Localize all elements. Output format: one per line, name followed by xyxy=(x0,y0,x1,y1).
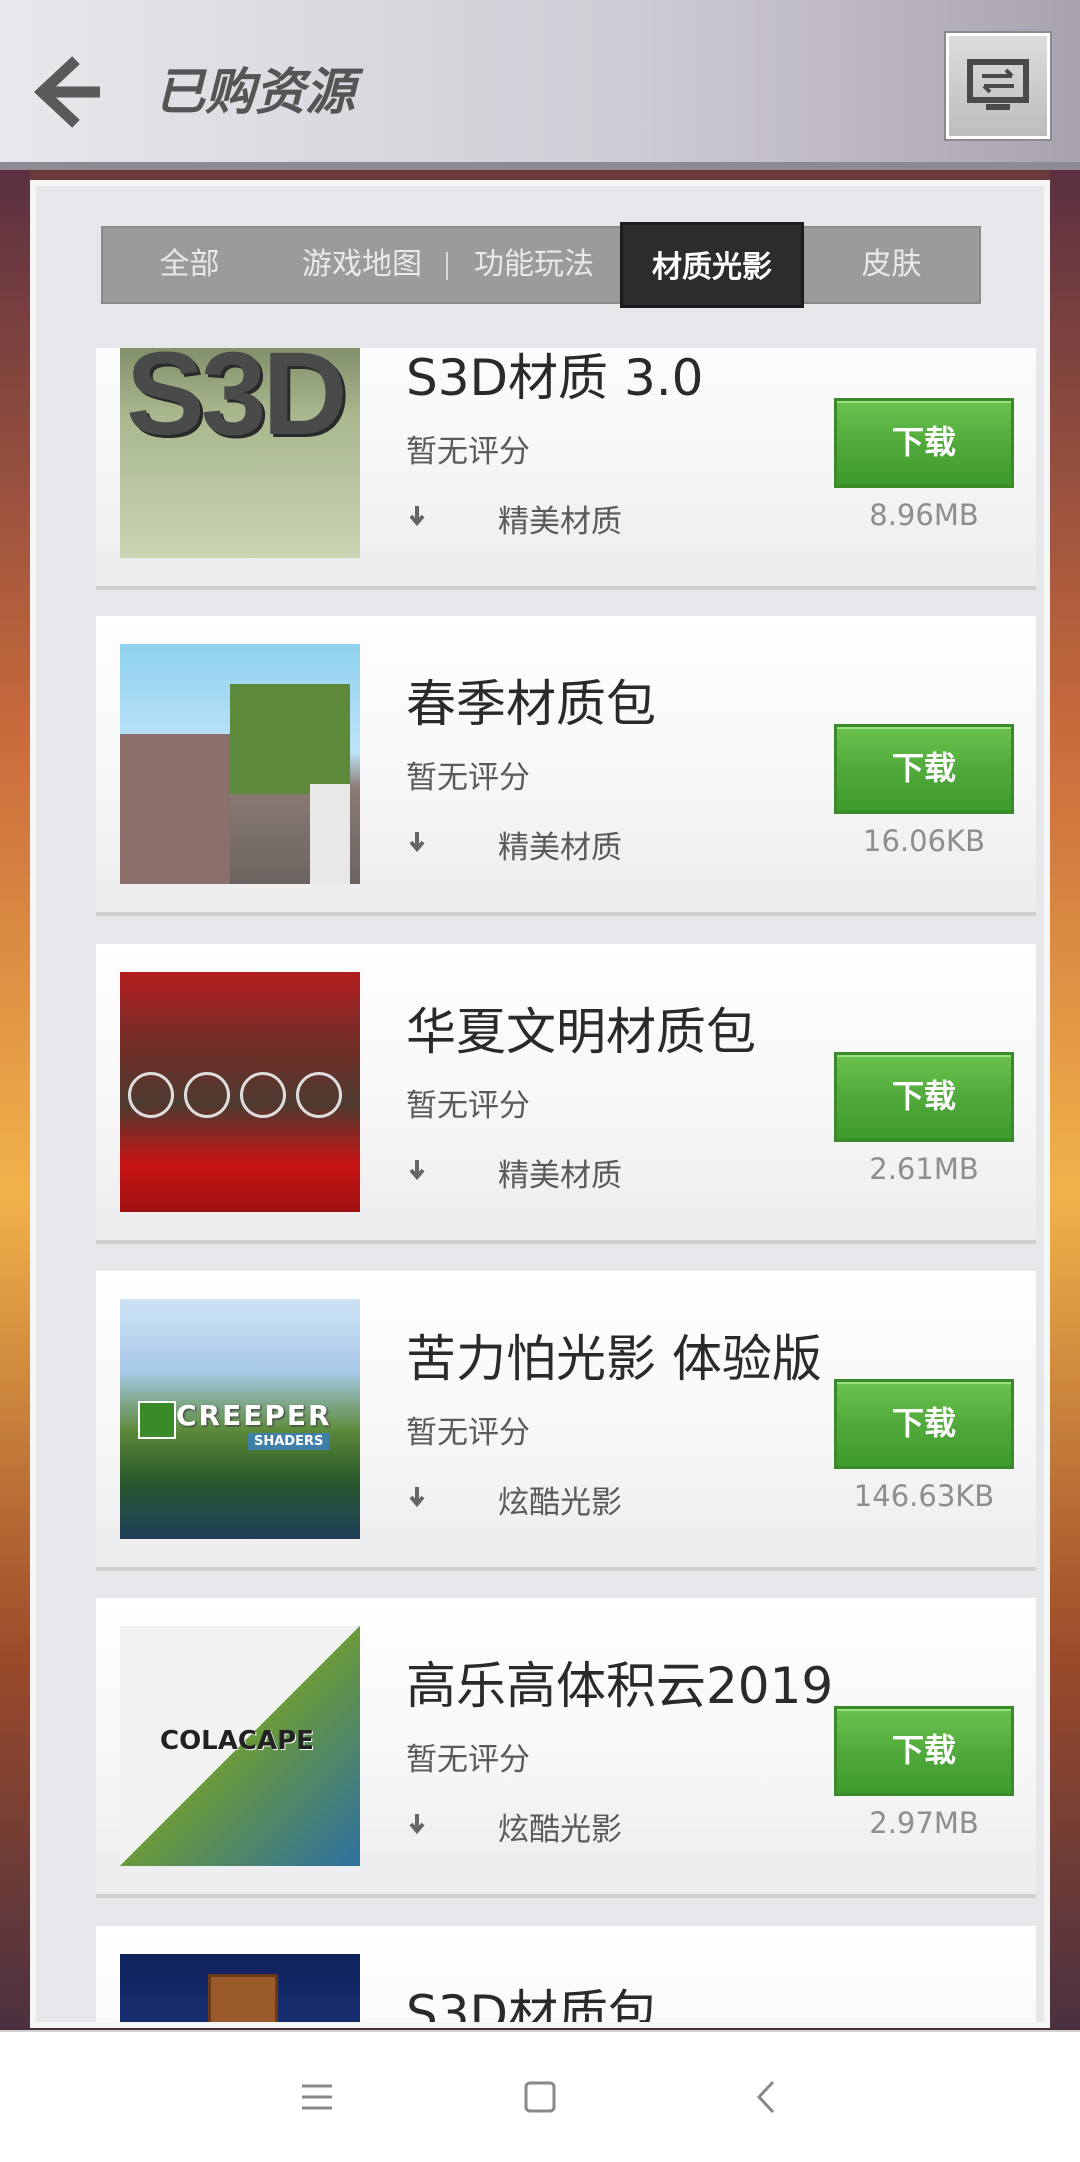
resource-rating: 暂无评分 xyxy=(406,1088,530,1124)
resource-thumbnail: COLACAPE xyxy=(120,1626,360,1866)
resource-title: 春季材质包 xyxy=(406,675,656,733)
page-title: 已购资源 xyxy=(155,63,355,121)
creeper-icon xyxy=(138,1401,176,1439)
thumbnail-chest xyxy=(208,1974,278,2022)
download-count-icon xyxy=(409,506,425,527)
tab-skins[interactable]: 皮肤 xyxy=(804,228,979,302)
resource-rating: 暂无评分 xyxy=(406,1742,530,1778)
download-count-icon xyxy=(409,1487,425,1508)
resource-list: S3D S3D材质 3.0 暂无评分 精美材质 下载 8.96MB 春季材质包 … xyxy=(96,348,1036,2023)
switch-display-icon xyxy=(967,59,1029,110)
file-size: 2.97MB xyxy=(869,1806,979,1840)
resource-rating: 暂无评分 xyxy=(406,1415,530,1451)
tab-maps[interactable]: 游戏地图 xyxy=(276,228,448,302)
back-icon[interactable] xyxy=(743,2072,793,2122)
resource-thumbnail: CREEPER SHADERS xyxy=(120,1299,360,1539)
list-item[interactable]: S3D S3D材质 3.0 暂无评分 精美材质 下载 8.96MB xyxy=(96,348,1036,590)
background-left xyxy=(0,170,30,2030)
file-size: 8.96MB xyxy=(869,498,979,532)
download-button[interactable]: 下载 xyxy=(834,1379,1014,1469)
resource-category: 精美材质 xyxy=(498,1158,622,1194)
thumbnail-seal xyxy=(184,1072,230,1118)
tab-all[interactable]: 全部 xyxy=(103,228,276,302)
resource-rating: 暂无评分 xyxy=(406,434,530,470)
thumbnail-logo-text: S3D xyxy=(126,348,348,460)
resource-category: 炫酷光影 xyxy=(498,1485,622,1521)
download-button[interactable]: 下载 xyxy=(834,724,1014,814)
resource-thumbnail: S3D xyxy=(120,348,360,558)
thumbnail-seal xyxy=(296,1072,342,1118)
tab-gameplay[interactable]: 功能玩法 xyxy=(448,228,620,302)
list-item[interactable]: 春季材质包 暂无评分 精美材质 下载 16.06KB xyxy=(96,616,1036,916)
thumbnail-seal xyxy=(240,1072,286,1118)
back-arrow-icon[interactable] xyxy=(28,50,108,130)
resource-rating: 暂无评分 xyxy=(406,760,530,796)
tab-textures-shaders[interactable]: 材质光影 xyxy=(620,222,804,308)
category-tabs: 全部 游戏地图 功能玩法 材质光影 皮肤 xyxy=(101,222,981,308)
resource-thumbnail xyxy=(120,972,360,1212)
file-size: 16.06KB xyxy=(863,824,985,858)
resource-category: 精美材质 xyxy=(498,504,622,540)
thumbnail-logo-text: CREEPER xyxy=(176,1399,332,1432)
list-item[interactable]: 华夏文明材质包 暂无评分 精美材质 下载 2.61MB xyxy=(96,944,1036,1244)
thumbnail-logo-text: COLACAPE xyxy=(160,1726,314,1756)
thumbnail-tree-trunk xyxy=(310,784,350,884)
resource-title: 华夏文明材质包 xyxy=(406,1003,756,1061)
menu-icon[interactable] xyxy=(292,2072,342,2122)
download-button[interactable]: 下载 xyxy=(834,398,1014,488)
resource-panel: 全部 游戏地图 功能玩法 材质光影 皮肤 S3D S3D材质 3.0 暂无评分 … xyxy=(30,180,1050,2028)
download-button[interactable]: 下载 xyxy=(834,1052,1014,1142)
file-size: 146.63KB xyxy=(853,1479,995,1513)
download-count-icon xyxy=(409,832,425,853)
home-icon[interactable] xyxy=(515,2072,565,2122)
resource-category: 精美材质 xyxy=(498,830,622,866)
resource-thumbnail xyxy=(120,1954,360,2022)
download-button[interactable]: 下载 xyxy=(834,1706,1014,1796)
switch-display-button[interactable] xyxy=(946,33,1050,139)
system-nav-bar xyxy=(0,2030,1080,2162)
resource-title: 苦力怕光影 体验版 xyxy=(406,1330,822,1388)
download-count-icon xyxy=(409,1814,425,1835)
resource-title: 高乐高体积云2019 xyxy=(406,1657,834,1715)
resource-category: 炫酷光影 xyxy=(498,1812,622,1848)
download-count-icon xyxy=(409,1160,425,1181)
list-item[interactable]: S3D材质包 下载 xyxy=(96,1926,1036,2023)
background-right xyxy=(1050,170,1080,2030)
resource-thumbnail xyxy=(120,644,360,884)
thumbnail-seal xyxy=(128,1072,174,1118)
file-size: 2.61MB xyxy=(869,1152,979,1186)
thumbnail-blossom-block xyxy=(120,734,230,884)
thumbnail-sub-text: SHADERS xyxy=(248,1433,330,1450)
thumbnail-tree-leaves xyxy=(230,684,350,794)
app-header: 已购资源 xyxy=(0,0,1080,170)
resource-title: S3D材质 3.0 xyxy=(406,349,704,407)
list-item[interactable]: COLACAPE 高乐高体积云2019 暂无评分 炫酷光影 下载 2.97MB xyxy=(96,1598,1036,1898)
list-item[interactable]: CREEPER SHADERS 苦力怕光影 体验版 暂无评分 炫酷光影 下载 1… xyxy=(96,1271,1036,1571)
resource-title: S3D材质包 xyxy=(406,1985,659,2023)
